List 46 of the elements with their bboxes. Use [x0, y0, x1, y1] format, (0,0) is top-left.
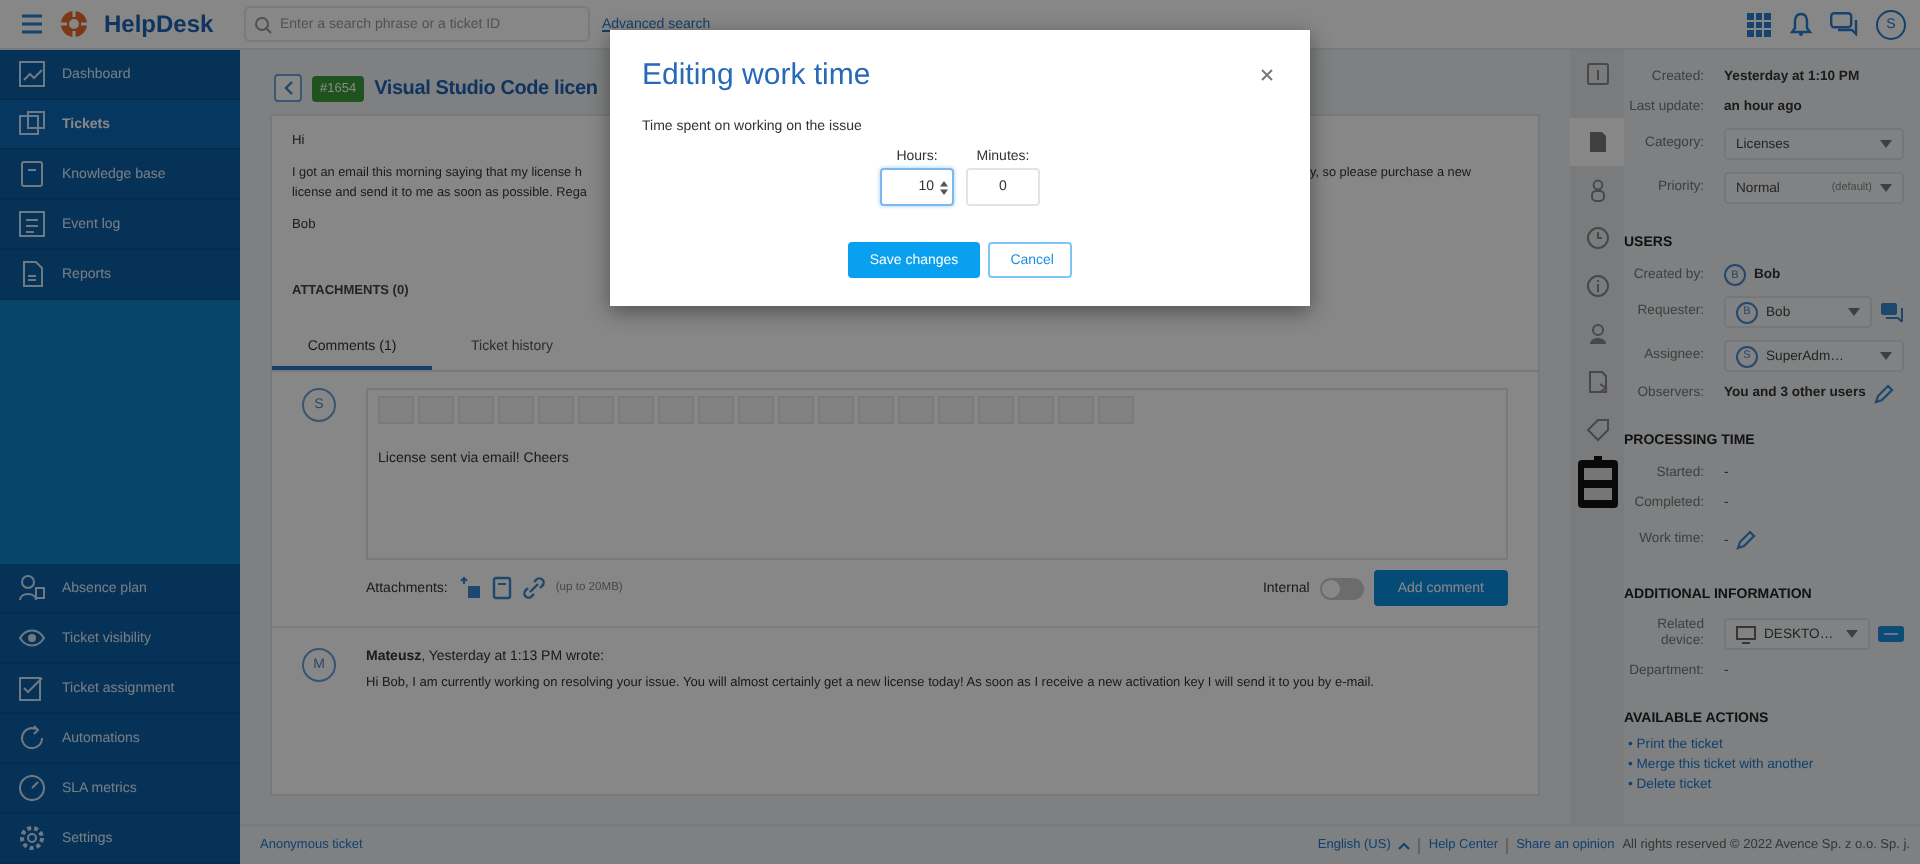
app-name: HelpDesk [104, 10, 214, 38]
caret-icon [1848, 308, 1860, 316]
tag-icon[interactable] [1878, 626, 1904, 642]
monitor-icon [1736, 625, 1756, 643]
lifebuoy-icon [60, 10, 88, 38]
tag-icon[interactable] [1585, 418, 1609, 442]
info-icon[interactable] [1585, 62, 1609, 86]
file-icon[interactable] [491, 576, 512, 600]
caret-icon [1846, 630, 1858, 638]
caret-icon [1880, 184, 1892, 192]
caret-icon [1880, 352, 1892, 360]
book-icon [18, 160, 46, 188]
info-icon[interactable] [1585, 274, 1609, 298]
document-icon[interactable] [1585, 370, 1609, 394]
timer-icon[interactable] [1577, 456, 1617, 508]
chevron-icon [283, 80, 293, 96]
close-icon [1260, 68, 1274, 82]
chat-icon[interactable] [1830, 12, 1858, 36]
dialog-title: Editing work time [642, 58, 871, 92]
search-icon [254, 15, 272, 33]
eye-icon [18, 624, 46, 652]
list-icon [18, 210, 46, 238]
ticket-title: Visual Studio Code licen [374, 77, 598, 99]
settings-icon [18, 824, 46, 852]
document-icon [18, 260, 46, 288]
chart-icon [18, 60, 46, 88]
gauge-icon [18, 774, 46, 802]
upload-icon[interactable] [457, 576, 482, 600]
caret-up-icon [1398, 841, 1411, 849]
bell-icon[interactable] [1790, 12, 1812, 36]
ticket-icon [18, 110, 46, 138]
toggle-switch[interactable] [1319, 577, 1364, 599]
menu-icon[interactable] [20, 14, 44, 34]
pencil-icon[interactable] [1736, 530, 1757, 550]
spinner-icon[interactable] [940, 179, 948, 195]
close-button[interactable] [1256, 64, 1278, 86]
caret-icon [1880, 140, 1892, 148]
cycle-icon [18, 724, 46, 752]
back-button[interactable] [274, 74, 302, 102]
chat-icon[interactable] [1880, 302, 1904, 322]
pencil-icon[interactable] [1873, 383, 1894, 403]
clock-icon[interactable] [1585, 226, 1609, 250]
checklist-icon [18, 674, 46, 702]
grid-icon[interactable] [1746, 11, 1772, 37]
link-icon[interactable] [521, 576, 546, 600]
document-icon[interactable] [1585, 130, 1609, 154]
